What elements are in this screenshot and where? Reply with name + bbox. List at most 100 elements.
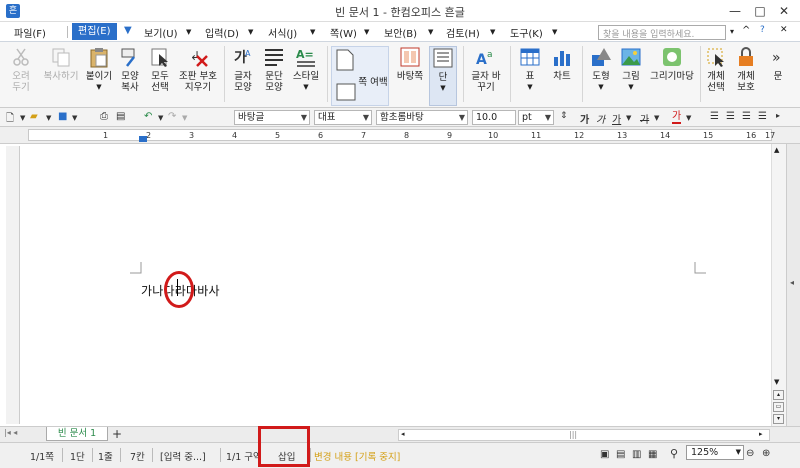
scroll-left-icon[interactable]: ◂ (401, 430, 405, 438)
select-all-button[interactable]: 모두 선택 (146, 46, 174, 93)
chevron-down-icon[interactable]: ▼ (248, 28, 253, 36)
tab-nav-left-icon[interactable]: |◂ ◂ (4, 428, 17, 437)
indent-marker[interactable] (139, 136, 147, 142)
help-icon[interactable]: ? (760, 25, 765, 35)
style-select[interactable]: 바탕글 ▼ (234, 110, 310, 125)
unit-select[interactable]: pt ▼ (518, 110, 554, 125)
font-select[interactable]: 함초롬바탕 ▼ (376, 110, 468, 125)
chevron-down-icon[interactable]: ▼ (428, 28, 433, 36)
vertical-scrollbar[interactable]: ▲ ▼ ▴ ▭ ▾ (771, 144, 786, 426)
minimize-button[interactable]: — (726, 3, 744, 19)
chevron-down-icon[interactable]: ▼ (72, 114, 77, 122)
document-canvas[interactable] (0, 144, 786, 426)
horizontal-scrollbar[interactable]: ◂ ||| ▸ (398, 429, 770, 441)
align-justify-icon[interactable]: ☰ (710, 111, 719, 122)
format-copy-button[interactable]: 모양 복사 (116, 46, 144, 93)
zoom-in-icon[interactable]: ⊕ (762, 448, 770, 459)
ribbon-collapse-icon[interactable]: ^ (742, 25, 750, 36)
menu-review[interactable]: 검토(H) (446, 25, 480, 40)
chart-button[interactable]: 차트 (548, 46, 576, 82)
italic-button[interactable]: 가 (596, 111, 605, 126)
save-icon[interactable]: ■ (58, 111, 67, 122)
undo-icon[interactable]: ↶ (144, 111, 152, 122)
menu-input[interactable]: 입력(D) (205, 25, 239, 40)
maximize-button[interactable]: □ (751, 3, 769, 19)
chevron-left-icon[interactable]: ◂ (790, 278, 794, 287)
chevron-down-icon[interactable]: ▼ (46, 114, 51, 122)
menu-file[interactable]: 파일(F) (14, 25, 46, 40)
zoom-select[interactable]: 125% ▼ (686, 445, 744, 460)
search-options-icon[interactable]: ▾ (730, 27, 734, 36)
picture-button[interactable]: 그림 ▼ (617, 46, 645, 93)
menu-page[interactable]: 쪽(W) (330, 25, 357, 40)
drawing-market-button[interactable]: 그리기마당 (647, 46, 697, 82)
next-page-icon[interactable]: ▾ (773, 414, 784, 424)
chevron-down-icon[interactable]: ▼ (186, 28, 191, 36)
chevron-down-icon[interactable]: ▼ (617, 82, 645, 93)
scroll-thumb[interactable]: ||| (569, 430, 577, 439)
more-icon[interactable]: ▸ (776, 111, 780, 120)
zoom-icon[interactable]: ⚲ (670, 447, 678, 460)
column-button[interactable]: 단 ▼ (429, 46, 457, 106)
scroll-right-icon[interactable]: ▸ (759, 430, 763, 438)
chevron-down-icon[interactable]: ▼ (290, 82, 322, 93)
menu-edit-dropdown[interactable]: ▼ (124, 25, 132, 36)
chevron-down-icon[interactable]: ▼ (430, 83, 456, 94)
more-button[interactable]: » 문 (768, 46, 788, 82)
search-input[interactable]: 찾을 내용을 입력하세요. (598, 25, 726, 40)
chevron-down-icon[interactable]: ▼ (626, 114, 631, 122)
background-page-button[interactable]: 바탕쪽 (393, 46, 427, 82)
chevron-down-icon[interactable]: ▼ (364, 28, 369, 36)
scroll-up-icon[interactable]: ▲ (774, 146, 779, 154)
object-protect-button[interactable]: 개체 보호 (732, 46, 760, 93)
font-color-button[interactable]: 가 (672, 111, 682, 124)
language-select[interactable]: 대표 ▼ (314, 110, 372, 125)
close-doc-icon[interactable]: ✕ (780, 25, 788, 35)
chevron-down-icon[interactable]: ▼ (20, 114, 25, 122)
horizontal-ruler[interactable]: 1 2 3 4 5 6 7 8 9 10 11 12 13 14 15 16 1… (0, 127, 800, 144)
chevron-down-icon[interactable]: ▼ (158, 114, 163, 122)
shape-button[interactable]: 도형 ▼ (587, 46, 615, 93)
side-panel-toggle[interactable]: ◂ (786, 144, 800, 426)
table-button[interactable]: 표 ▼ (516, 46, 544, 93)
paste-button[interactable]: 붙이기 ▼ (84, 46, 114, 93)
chevron-down-icon[interactable]: ▼ (654, 114, 659, 122)
chevron-down-icon[interactable]: ▼ (310, 28, 315, 36)
style-button[interactable]: A= 스타일 ▼ (290, 46, 322, 93)
bold-button[interactable]: 가 (580, 111, 589, 126)
font-size-input[interactable]: 10.0 (472, 110, 516, 125)
menu-edit[interactable]: 편집(E) (72, 23, 117, 40)
view-grid-icon[interactable]: ▦ (648, 449, 657, 460)
chevron-down-icon[interactable]: ▼ (516, 82, 544, 93)
page-margin-button[interactable]: 쪽 여백 (331, 46, 389, 106)
vertical-ruler[interactable] (6, 146, 20, 424)
print-icon[interactable]: ⎙ (100, 111, 108, 122)
clear-codes-button[interactable]: ↲ 조판 부호 지우기 (176, 46, 220, 93)
open-folder-icon[interactable]: ▰ (30, 111, 38, 122)
menu-format[interactable]: 서식(J) (268, 25, 297, 40)
para-shape-button[interactable]: 문단 모양 (260, 46, 288, 93)
menu-view[interactable]: 보기(U) (144, 25, 178, 40)
page-icon[interactable]: ▭ (773, 402, 784, 412)
view-page-icon[interactable]: ▥ (632, 449, 641, 460)
prev-page-icon[interactable]: ▴ (773, 390, 784, 400)
view-normal-icon[interactable]: ▣ (600, 449, 609, 460)
status-page[interactable]: 1/1쪽 (30, 449, 54, 463)
align-right-icon[interactable]: ☰ (758, 111, 767, 122)
char-shape-button[interactable]: 가A 글자 모양 (229, 46, 257, 93)
align-left-icon[interactable]: ☰ (726, 111, 735, 122)
cut-button[interactable]: 오려 두기 (6, 46, 36, 93)
scroll-down-icon[interactable]: ▼ (774, 378, 779, 386)
strikethrough-button[interactable]: 가 (640, 111, 649, 126)
chevron-down-icon[interactable]: ▼ (587, 82, 615, 93)
new-document-icon[interactable]: 🗋 (6, 111, 14, 128)
view-web-icon[interactable]: ▤ (616, 449, 625, 460)
chevron-down-icon[interactable]: ▼ (490, 28, 495, 36)
menu-security[interactable]: 보안(B) (384, 25, 417, 40)
char-change-button[interactable]: Aa 글자 바꾸기 (468, 46, 504, 93)
zoom-out-icon[interactable]: ⊖ (746, 448, 754, 459)
underline-button[interactable]: 가 (612, 111, 621, 126)
chevron-down-icon[interactable]: ▼ (182, 114, 187, 122)
chevron-down-icon[interactable]: ▼ (552, 28, 557, 36)
align-center-icon[interactable]: ☰ (742, 111, 751, 122)
